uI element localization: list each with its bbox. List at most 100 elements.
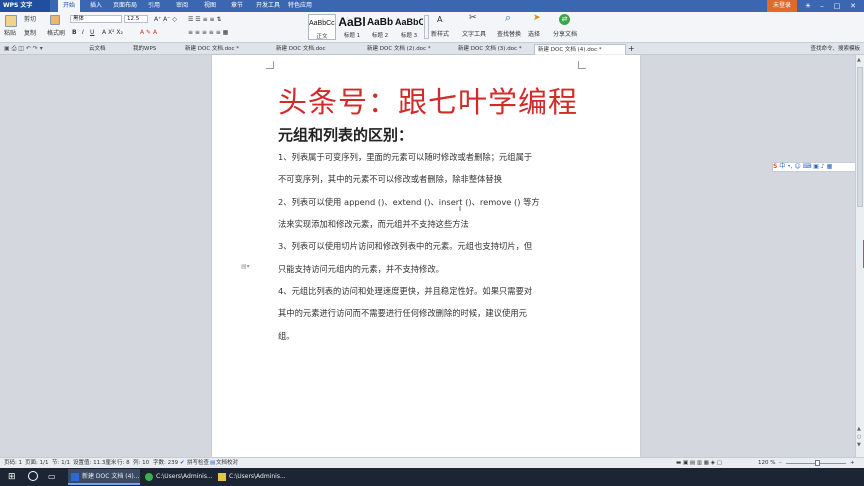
tab-cloud-docs[interactable]: 云文档 [86,44,106,55]
paragraph-line[interactable]: 法来实现添加和修改元素，而元组并不支持这些方法 [278,218,469,230]
paragraph-marker-icon[interactable]: ▤▾ [241,263,250,270]
text-cursor-icon: I [459,205,462,213]
scroll-up-icon[interactable]: ▲ [857,57,861,63]
status-section: 节: 1/1 [52,460,70,466]
menu-references[interactable]: 引用 [148,0,160,12]
skin-icon[interactable]: ☀ [803,1,813,11]
spell-check-button[interactable]: 拼写检查 [187,458,209,468]
page-nav-icons[interactable]: ▲ ○ ▼ [857,425,861,449]
tab-doc-2[interactable]: 新建 DOC 文档.doc [273,44,326,55]
style-heading-2[interactable]: AaBb 标题 2 [366,14,394,40]
status-page-number: 页码: 1 [4,460,23,466]
select-button[interactable]: 选择 [528,31,540,38]
format-painter-icon[interactable] [50,15,60,25]
paragraph-line[interactable]: 4、元组比列表的访问和处理速度更快，并且稳定性好。如果只需要对 [278,285,532,297]
taskbar-wps-document[interactable]: 新建 DOC 文档 (4)... [68,469,140,485]
menu-chapter[interactable]: 章节 [231,0,243,12]
paragraph-line[interactable]: 只能支持访问元组内的元素，并不支持修改。 [278,263,444,275]
new-tab-icon[interactable]: + [628,45,635,53]
view-mode-icons[interactable]: ▬ ▣ ▤ ▥ ▦ ◈ ▢ [676,458,722,468]
strikethrough-icon[interactable]: A X² X₂ [102,29,123,36]
zoom-level: 120 % [758,460,776,466]
tab-doc-1[interactable]: 新建 DOC 文档.doc * [182,44,239,55]
align-icons[interactable]: ≡ ≡ ≡ ≡ ≡ ▦ [188,29,228,36]
styles-more-icon[interactable] [424,15,429,39]
bullets-icon[interactable]: ☰ ☰ ≡ ≡ ⇅ [188,16,221,23]
paragraph-line[interactable]: 组。 [278,330,295,342]
menu-home[interactable]: 开始 [58,0,81,12]
find-replace-button[interactable]: 查找替换 [497,31,521,38]
bold-icon[interactable]: B [72,29,77,36]
menu-view[interactable]: 视图 [204,0,216,12]
font-family-select[interactable]: 黑体 [70,15,122,23]
doc-check-button[interactable]: 文档校对 [216,458,238,468]
style-normal[interactable]: AaBbCcDd 正文 [308,14,336,40]
paragraph-line[interactable]: 其中的元素进行访问而不需要进行任何修改删除的时候，建议使用元 [278,307,527,319]
cut-button[interactable]: 剪切 [24,16,36,23]
ime-mode[interactable]: 中 [779,163,785,170]
paragraph-line[interactable]: 3、列表可以使用切片访问和修改列表中的元素。元组也支持切片，但 [278,240,532,252]
font-grow-icon[interactable]: A⁺ A⁻ ◇ [154,16,177,23]
document-headline[interactable]: 头条号：跟七叶学编程 [278,79,578,121]
windows-start-icon[interactable]: ⊞ [8,472,16,482]
style-heading-1[interactable]: AaBl 标题 1 [338,14,366,40]
text-tools-button[interactable]: 文字工具 [462,31,486,38]
scroll-thumb[interactable] [857,67,863,207]
status-word-count[interactable]: 字数: 239 [153,458,178,468]
menu-page-layout[interactable]: 页面布局 [113,0,137,12]
taskbar: ⊞ ▭ 新建 DOC 文档 (4)... C:\Users\Adminis...… [0,468,864,486]
search-icon[interactable] [28,471,38,481]
maximize-icon[interactable]: □ [832,1,842,11]
task-view-icon[interactable]: ▭ [48,472,56,481]
italic-icon[interactable]: I [82,29,84,36]
status-page-count: 页面: 1/1 [25,460,49,466]
zoom-slider-thumb[interactable] [815,460,820,466]
ime-tool-icons[interactable]: •, ☺ ⌨ ▣ ♪ ▦ [787,163,832,170]
taskbar-explorer-1[interactable]: C:\Users\Adminis... [142,469,214,485]
zoom-in-icon[interactable]: + [850,458,855,468]
font-color-icon[interactable]: A ✎ A [140,29,157,36]
text-tools-icon[interactable]: ✂ [469,14,477,23]
paste-icon[interactable] [5,15,17,27]
doc-check-icon[interactable]: ▤ [210,458,215,468]
share-button[interactable]: 分享文档 [553,31,577,38]
copy-button[interactable]: 复制 [24,30,36,37]
ime-toolbar[interactable]: S 中 •, ☺ ⌨ ▣ ♪ ▦ [772,162,864,172]
tab-my-wps[interactable]: 我的WPS [130,44,156,55]
quick-access-icons[interactable]: ▣ ⎙ ◫ ↶ ↷ ▾ [4,45,43,52]
font-size-select[interactable]: 12.5 [124,15,148,23]
style-heading-3[interactable]: AaBbC 标题 3 [395,14,423,40]
app-menu-button[interactable]: WPS 文字 [0,0,50,12]
document-tabs-bar: ▣ ⎙ ◫ ↶ ↷ ▾ 云文档 我的WPS 新建 DOC 文档.doc * 新建… [0,43,864,55]
document-subheading[interactable]: 元组和列表的区别： [278,124,413,145]
tab-doc-4[interactable]: 新建 DOC 文档 (3).doc * [455,44,522,55]
wps-icon [71,473,79,481]
taskbar-explorer-2[interactable]: C:\Users\Adminis... [215,469,287,485]
close-icon[interactable]: ✕ [848,1,858,11]
tab-doc-5-active[interactable]: 新建 DOC 文档 (4).doc * [534,44,626,55]
menu-special[interactable]: 特色应用 [288,0,312,12]
format-painter-button[interactable]: 格式刷 [47,30,65,37]
sogou-icon[interactable]: S [773,163,777,170]
vertical-scrollbar[interactable]: ▲ ▲ ○ ▼ [855,55,864,457]
share-icon[interactable]: ⇄ [559,14,570,25]
new-style-icon[interactable]: A [437,16,442,24]
find-replace-icon[interactable]: ⌕ [505,12,511,23]
menu-review[interactable]: 审阅 [176,0,188,12]
login-button[interactable]: 未登录 [767,0,797,12]
paste-label[interactable]: 粘贴 [4,30,16,37]
command-search-hint[interactable]: 查找命令、搜索模板 [810,44,860,52]
new-style-button[interactable]: 新样式 [431,31,449,38]
menu-developer[interactable]: 开发工具 [256,0,280,12]
zoom-out-icon[interactable]: – [779,458,782,468]
select-icon[interactable]: ➤ [533,14,541,23]
tab-doc-3[interactable]: 新建 DOC 文档 (2).doc * [364,44,431,55]
paragraph-line[interactable]: 2、列表可以使用 append ()、extend ()、insert ()、r… [278,196,540,208]
spell-check-icon[interactable]: ✔ [180,458,185,468]
paragraph-line[interactable]: 不可变序列，其中的元素不可以修改或者删除，除非整体替换 [278,173,502,185]
underline-icon[interactable]: U [90,29,94,36]
paragraph-line[interactable]: 1、列表属于可变序列，里面的元素可以随时修改或者删除；元组属于 [278,151,532,163]
ribbon: 粘贴 剪切 复制 格式刷 黑体 12.5 A⁺ A⁻ ◇ B I U A X² … [0,12,864,43]
minimize-icon[interactable]: – [817,1,827,11]
menu-insert[interactable]: 插入 [90,0,102,12]
